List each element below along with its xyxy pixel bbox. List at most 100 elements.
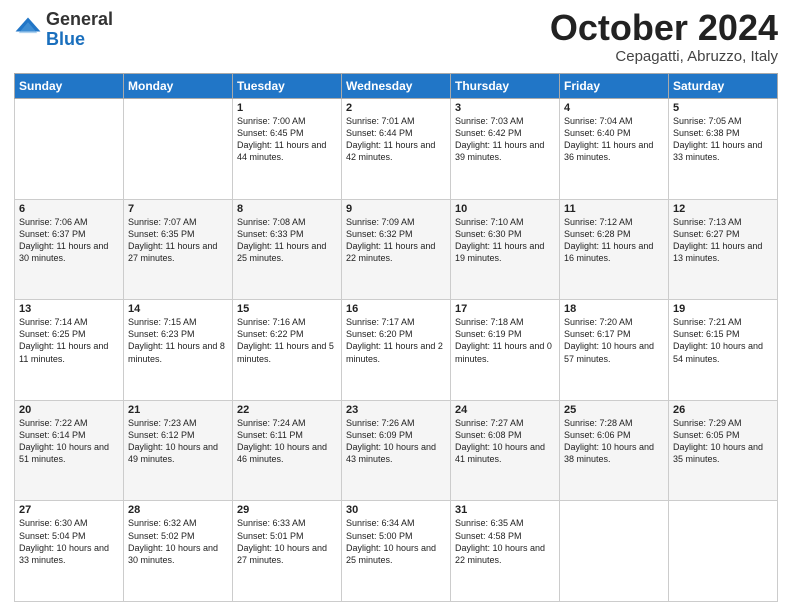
calendar-cell-w1d1	[15, 99, 124, 200]
calendar-cell-w2d7: 12Sunrise: 7:13 AMSunset: 6:27 PMDayligh…	[669, 199, 778, 300]
day-number: 31	[455, 504, 555, 516]
day-info: Sunrise: 6:35 AMSunset: 4:58 PMDaylight:…	[455, 517, 555, 566]
day-number: 15	[237, 303, 337, 315]
day-number: 10	[455, 203, 555, 215]
calendar-cell-w5d2: 28Sunrise: 6:32 AMSunset: 5:02 PMDayligh…	[124, 501, 233, 602]
day-info: Sunrise: 7:17 AMSunset: 6:20 PMDaylight:…	[346, 316, 446, 365]
day-number: 28	[128, 504, 228, 516]
day-info: Sunrise: 7:10 AMSunset: 6:30 PMDaylight:…	[455, 216, 555, 265]
day-number: 25	[564, 404, 664, 416]
calendar-cell-w1d5: 3Sunrise: 7:03 AMSunset: 6:42 PMDaylight…	[451, 99, 560, 200]
col-saturday: Saturday	[669, 74, 778, 99]
day-number: 14	[128, 303, 228, 315]
day-number: 22	[237, 404, 337, 416]
day-info: Sunrise: 7:05 AMSunset: 6:38 PMDaylight:…	[673, 115, 773, 164]
day-number: 3	[455, 102, 555, 114]
logo-icon	[14, 16, 42, 44]
day-info: Sunrise: 7:26 AMSunset: 6:09 PMDaylight:…	[346, 417, 446, 466]
calendar-cell-w1d3: 1Sunrise: 7:00 AMSunset: 6:45 PMDaylight…	[233, 99, 342, 200]
day-number: 6	[19, 203, 119, 215]
day-info: Sunrise: 7:13 AMSunset: 6:27 PMDaylight:…	[673, 216, 773, 265]
day-info: Sunrise: 6:33 AMSunset: 5:01 PMDaylight:…	[237, 517, 337, 566]
col-wednesday: Wednesday	[342, 74, 451, 99]
location: Cepagatti, Abruzzo, Italy	[550, 48, 778, 65]
logo: General Blue	[14, 10, 113, 50]
month-title: October 2024	[550, 10, 778, 46]
day-info: Sunrise: 6:32 AMSunset: 5:02 PMDaylight:…	[128, 517, 228, 566]
day-number: 1	[237, 102, 337, 114]
day-info: Sunrise: 7:15 AMSunset: 6:23 PMDaylight:…	[128, 316, 228, 365]
day-info: Sunrise: 7:28 AMSunset: 6:06 PMDaylight:…	[564, 417, 664, 466]
day-info: Sunrise: 7:01 AMSunset: 6:44 PMDaylight:…	[346, 115, 446, 164]
calendar-cell-w1d4: 2Sunrise: 7:01 AMSunset: 6:44 PMDaylight…	[342, 99, 451, 200]
calendar-cell-w2d6: 11Sunrise: 7:12 AMSunset: 6:28 PMDayligh…	[560, 199, 669, 300]
col-monday: Monday	[124, 74, 233, 99]
calendar-cell-w3d4: 16Sunrise: 7:17 AMSunset: 6:20 PMDayligh…	[342, 300, 451, 401]
calendar-cell-w4d6: 25Sunrise: 7:28 AMSunset: 6:06 PMDayligh…	[560, 400, 669, 501]
day-number: 27	[19, 504, 119, 516]
day-info: Sunrise: 7:03 AMSunset: 6:42 PMDaylight:…	[455, 115, 555, 164]
day-info: Sunrise: 7:07 AMSunset: 6:35 PMDaylight:…	[128, 216, 228, 265]
day-info: Sunrise: 7:22 AMSunset: 6:14 PMDaylight:…	[19, 417, 119, 466]
logo-blue: Blue	[46, 29, 85, 49]
calendar-cell-w5d4: 30Sunrise: 6:34 AMSunset: 5:00 PMDayligh…	[342, 501, 451, 602]
day-info: Sunrise: 7:00 AMSunset: 6:45 PMDaylight:…	[237, 115, 337, 164]
day-info: Sunrise: 6:34 AMSunset: 5:00 PMDaylight:…	[346, 517, 446, 566]
calendar-cell-w5d7	[669, 501, 778, 602]
calendar-cell-w4d2: 21Sunrise: 7:23 AMSunset: 6:12 PMDayligh…	[124, 400, 233, 501]
calendar-cell-w1d7: 5Sunrise: 7:05 AMSunset: 6:38 PMDaylight…	[669, 99, 778, 200]
calendar-cell-w3d7: 19Sunrise: 7:21 AMSunset: 6:15 PMDayligh…	[669, 300, 778, 401]
calendar-week-5: 27Sunrise: 6:30 AMSunset: 5:04 PMDayligh…	[15, 501, 778, 602]
logo-general: General	[46, 9, 113, 29]
calendar-week-2: 6Sunrise: 7:06 AMSunset: 6:37 PMDaylight…	[15, 199, 778, 300]
day-number: 26	[673, 404, 773, 416]
day-info: Sunrise: 7:18 AMSunset: 6:19 PMDaylight:…	[455, 316, 555, 365]
calendar-cell-w1d2	[124, 99, 233, 200]
calendar-table: Sunday Monday Tuesday Wednesday Thursday…	[14, 73, 778, 602]
col-thursday: Thursday	[451, 74, 560, 99]
day-info: Sunrise: 6:30 AMSunset: 5:04 PMDaylight:…	[19, 517, 119, 566]
col-friday: Friday	[560, 74, 669, 99]
day-number: 30	[346, 504, 446, 516]
calendar-week-1: 1Sunrise: 7:00 AMSunset: 6:45 PMDaylight…	[15, 99, 778, 200]
col-sunday: Sunday	[15, 74, 124, 99]
header: General Blue October 2024 Cepagatti, Abr…	[14, 10, 778, 65]
calendar-cell-w4d3: 22Sunrise: 7:24 AMSunset: 6:11 PMDayligh…	[233, 400, 342, 501]
day-number: 23	[346, 404, 446, 416]
day-number: 16	[346, 303, 446, 315]
page: General Blue October 2024 Cepagatti, Abr…	[0, 0, 792, 612]
calendar-cell-w2d1: 6Sunrise: 7:06 AMSunset: 6:37 PMDaylight…	[15, 199, 124, 300]
day-number: 24	[455, 404, 555, 416]
calendar-cell-w3d3: 15Sunrise: 7:16 AMSunset: 6:22 PMDayligh…	[233, 300, 342, 401]
day-number: 4	[564, 102, 664, 114]
calendar-cell-w5d1: 27Sunrise: 6:30 AMSunset: 5:04 PMDayligh…	[15, 501, 124, 602]
calendar-cell-w2d3: 8Sunrise: 7:08 AMSunset: 6:33 PMDaylight…	[233, 199, 342, 300]
calendar-cell-w4d5: 24Sunrise: 7:27 AMSunset: 6:08 PMDayligh…	[451, 400, 560, 501]
calendar-cell-w3d5: 17Sunrise: 7:18 AMSunset: 6:19 PMDayligh…	[451, 300, 560, 401]
day-number: 19	[673, 303, 773, 315]
calendar-week-4: 20Sunrise: 7:22 AMSunset: 6:14 PMDayligh…	[15, 400, 778, 501]
calendar-cell-w1d6: 4Sunrise: 7:04 AMSunset: 6:40 PMDaylight…	[560, 99, 669, 200]
day-number: 21	[128, 404, 228, 416]
day-info: Sunrise: 7:14 AMSunset: 6:25 PMDaylight:…	[19, 316, 119, 365]
day-info: Sunrise: 7:29 AMSunset: 6:05 PMDaylight:…	[673, 417, 773, 466]
day-info: Sunrise: 7:16 AMSunset: 6:22 PMDaylight:…	[237, 316, 337, 365]
day-info: Sunrise: 7:08 AMSunset: 6:33 PMDaylight:…	[237, 216, 337, 265]
calendar-cell-w4d1: 20Sunrise: 7:22 AMSunset: 6:14 PMDayligh…	[15, 400, 124, 501]
day-info: Sunrise: 7:12 AMSunset: 6:28 PMDaylight:…	[564, 216, 664, 265]
day-number: 8	[237, 203, 337, 215]
calendar-cell-w5d5: 31Sunrise: 6:35 AMSunset: 4:58 PMDayligh…	[451, 501, 560, 602]
day-info: Sunrise: 7:09 AMSunset: 6:32 PMDaylight:…	[346, 216, 446, 265]
title-area: October 2024 Cepagatti, Abruzzo, Italy	[550, 10, 778, 65]
day-number: 12	[673, 203, 773, 215]
calendar-cell-w5d3: 29Sunrise: 6:33 AMSunset: 5:01 PMDayligh…	[233, 501, 342, 602]
calendar-cell-w3d2: 14Sunrise: 7:15 AMSunset: 6:23 PMDayligh…	[124, 300, 233, 401]
calendar-cell-w2d2: 7Sunrise: 7:07 AMSunset: 6:35 PMDaylight…	[124, 199, 233, 300]
calendar-cell-w3d1: 13Sunrise: 7:14 AMSunset: 6:25 PMDayligh…	[15, 300, 124, 401]
day-number: 11	[564, 203, 664, 215]
day-number: 18	[564, 303, 664, 315]
day-info: Sunrise: 7:20 AMSunset: 6:17 PMDaylight:…	[564, 316, 664, 365]
calendar-header-row: Sunday Monday Tuesday Wednesday Thursday…	[15, 74, 778, 99]
calendar-week-3: 13Sunrise: 7:14 AMSunset: 6:25 PMDayligh…	[15, 300, 778, 401]
calendar-cell-w2d4: 9Sunrise: 7:09 AMSunset: 6:32 PMDaylight…	[342, 199, 451, 300]
